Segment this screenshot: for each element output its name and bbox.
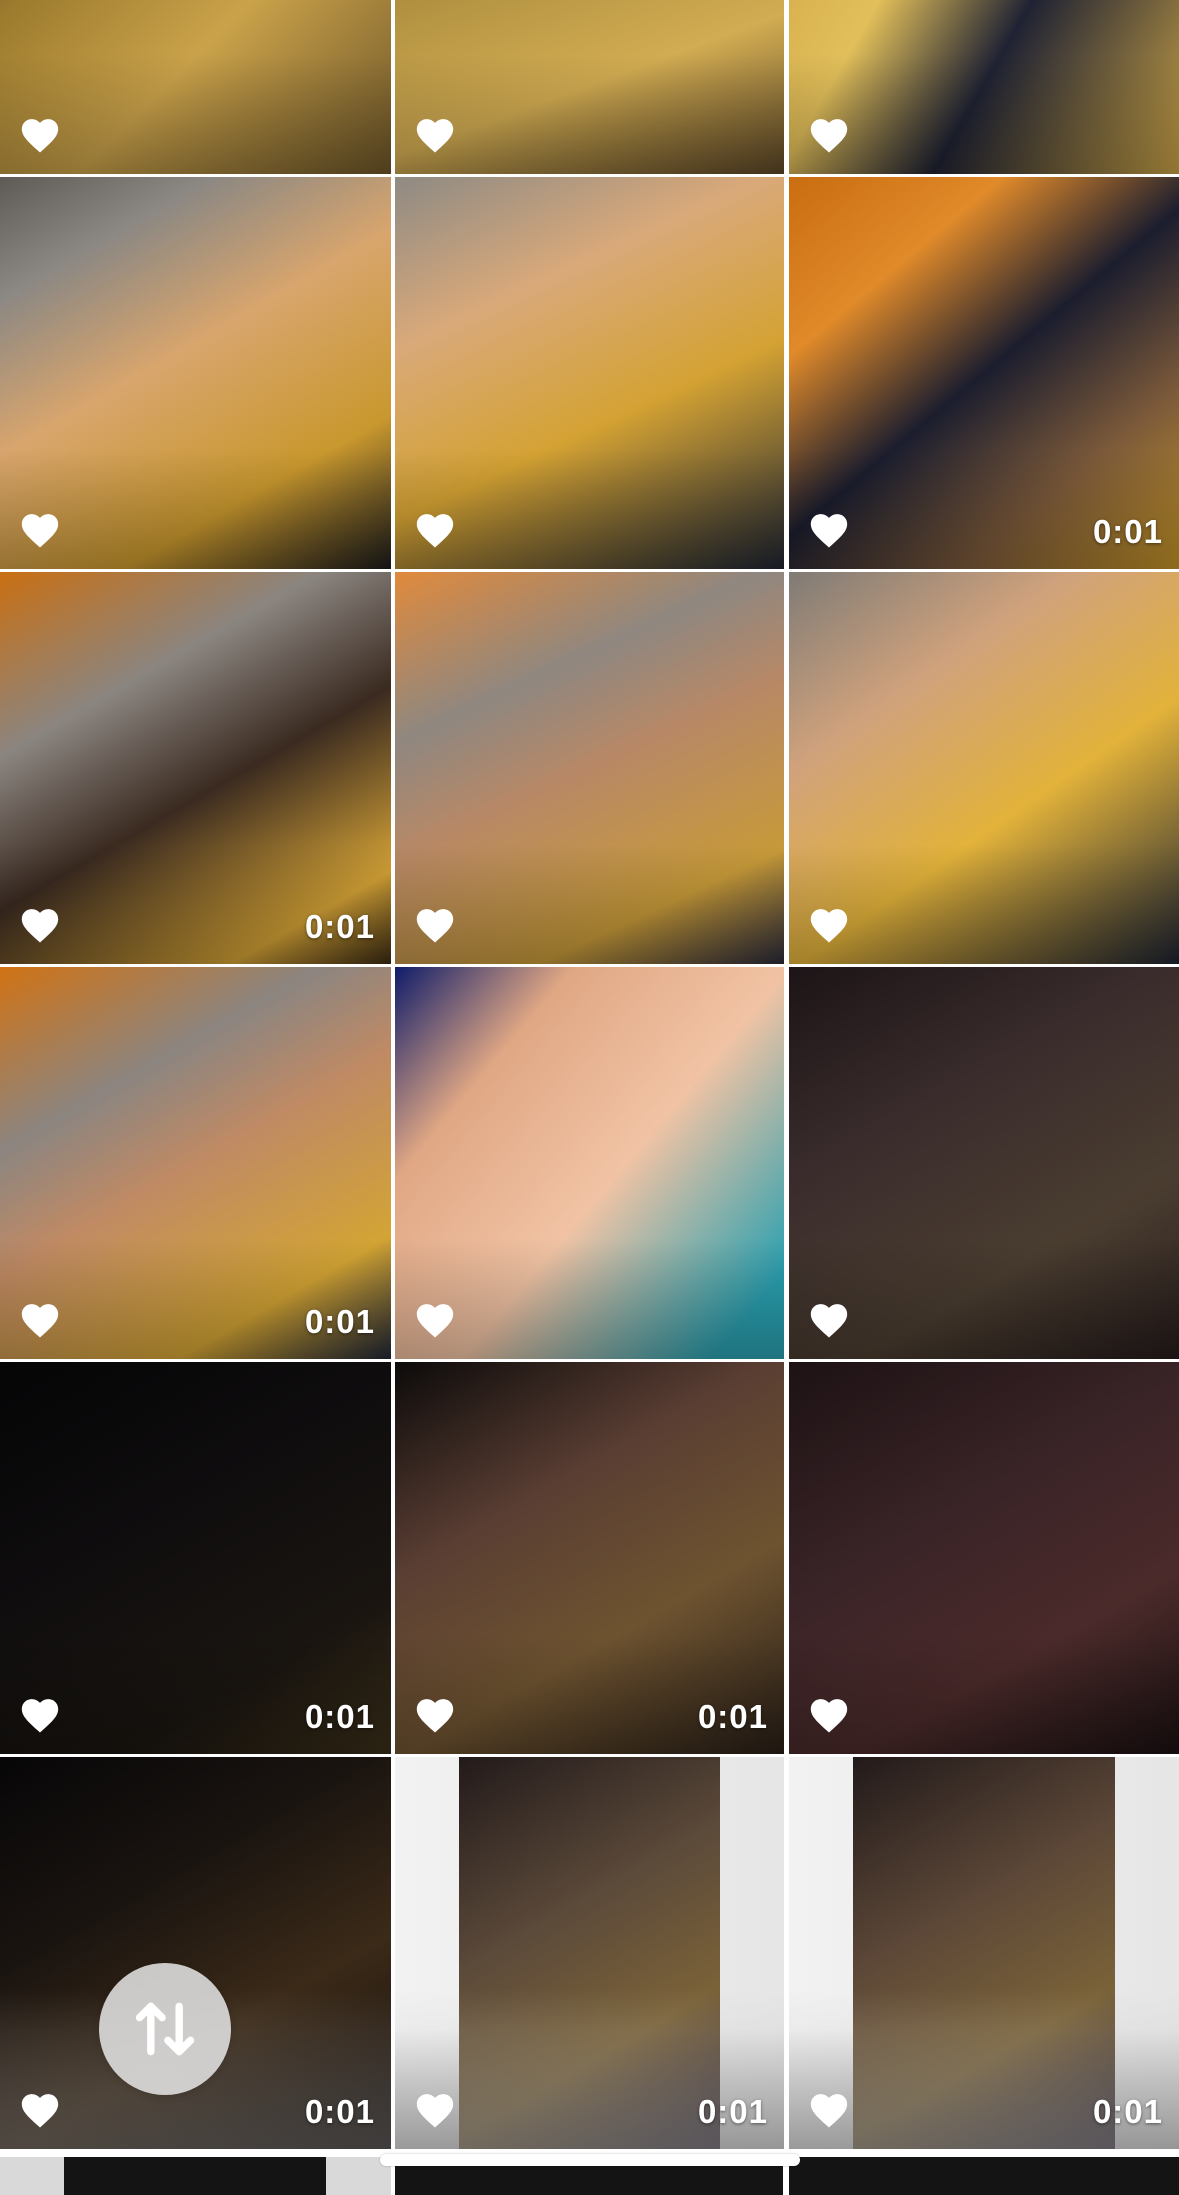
favorite-heart-icon[interactable] [18, 509, 62, 549]
video-duration-label: 0:01 [304, 2093, 375, 2130]
favorite-heart-icon[interactable] [413, 1299, 457, 1339]
media-tile[interactable]: 0:01 [395, 1757, 784, 2149]
media-tile[interactable]: 0:01 [0, 572, 391, 964]
partial-row-tile-inner [64, 2157, 326, 2195]
media-grid: 0:01 0:01 0:01 0:01 0:01 0:01 0:01 0:01 [0, 0, 1179, 2195]
media-tile[interactable] [789, 0, 1179, 174]
favorite-heart-icon[interactable] [18, 1299, 62, 1339]
video-duration-label: 0:01 [697, 1698, 768, 1735]
media-tile[interactable] [395, 0, 784, 174]
media-thumbnail [459, 1757, 720, 2149]
video-duration-label: 0:01 [304, 1303, 375, 1340]
media-tile[interactable] [0, 177, 391, 569]
favorite-heart-icon[interactable] [807, 904, 851, 944]
media-thumbnail [853, 1757, 1115, 2149]
favorite-heart-icon[interactable] [18, 1694, 62, 1734]
video-duration-label: 0:01 [1092, 2093, 1163, 2130]
media-tile[interactable]: 0:01 [0, 1757, 391, 2149]
favorite-heart-icon[interactable] [413, 114, 457, 154]
media-tile[interactable]: 0:01 [0, 967, 391, 1359]
video-duration-label: 0:01 [697, 2093, 768, 2130]
media-tile[interactable] [789, 967, 1179, 1359]
favorite-heart-icon[interactable] [807, 509, 851, 549]
favorite-heart-icon[interactable] [807, 1299, 851, 1339]
favorite-heart-icon[interactable] [413, 904, 457, 944]
media-tile[interactable]: 0:01 [789, 1757, 1179, 2149]
favorite-heart-icon[interactable] [18, 2089, 62, 2129]
favorite-heart-icon[interactable] [18, 114, 62, 154]
media-tile[interactable] [789, 1362, 1179, 1754]
video-duration-label: 0:01 [304, 1698, 375, 1735]
favorite-heart-icon[interactable] [413, 509, 457, 549]
favorite-heart-icon[interactable] [18, 904, 62, 944]
media-tile[interactable] [0, 0, 391, 174]
favorite-heart-icon[interactable] [807, 1694, 851, 1734]
media-tile[interactable]: 0:01 [0, 1362, 391, 1754]
media-tile[interactable]: 0:01 [789, 177, 1179, 569]
partial-row-tile [789, 2157, 1179, 2195]
favorite-heart-icon[interactable] [807, 2089, 851, 2129]
media-tile[interactable] [395, 572, 784, 964]
home-indicator [380, 2154, 800, 2166]
favorite-heart-icon[interactable] [807, 114, 851, 154]
media-tile[interactable]: 0:01 [395, 1362, 784, 1754]
media-tile[interactable] [395, 177, 784, 569]
swap-vertical-arrows-icon [131, 1995, 199, 2063]
favorite-heart-icon[interactable] [413, 2089, 457, 2129]
video-duration-label: 0:01 [304, 908, 375, 945]
sort-toggle-button[interactable] [99, 1963, 231, 2095]
media-tile[interactable] [395, 967, 784, 1359]
video-duration-label: 0:01 [1092, 513, 1163, 550]
media-tile[interactable] [789, 572, 1179, 964]
favorite-heart-icon[interactable] [413, 1694, 457, 1734]
